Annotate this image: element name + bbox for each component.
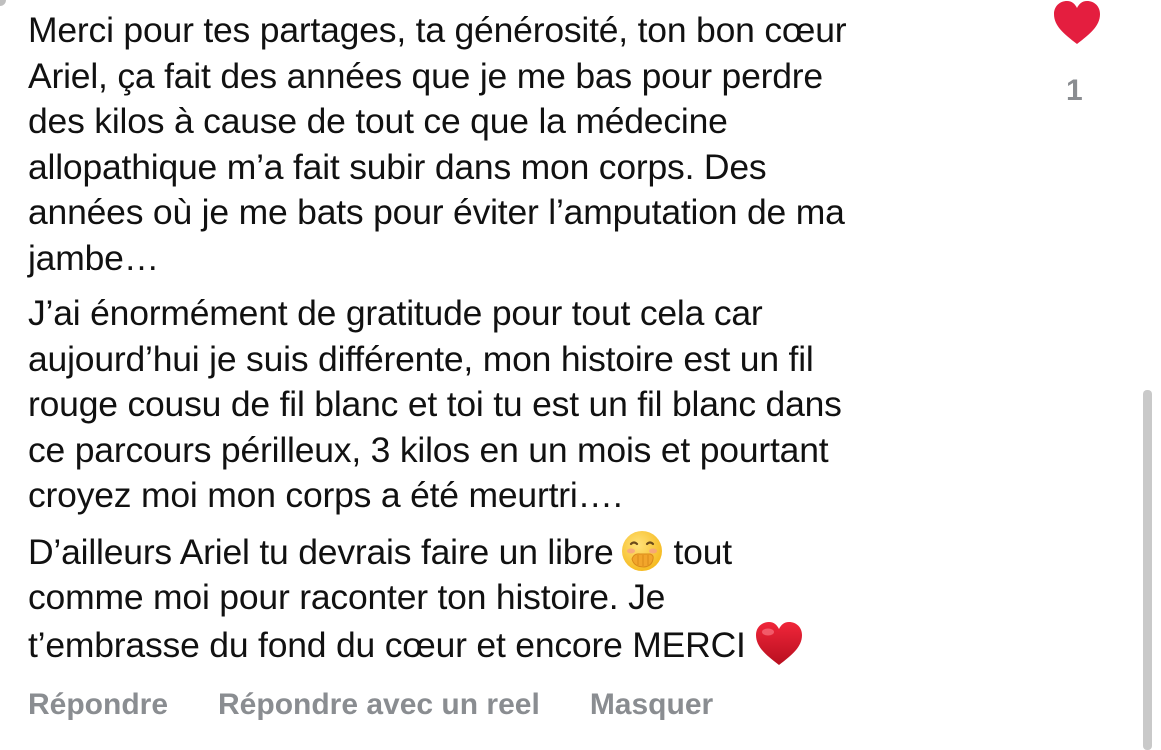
comment-line: jambe…	[28, 237, 159, 278]
comment-line: rouge cousu de fil blanc et toi tu est u…	[28, 384, 842, 424]
comment-line: Ariel, ça fait des années que je me bas …	[28, 55, 823, 96]
comment-actions: Répondre Répondre avec un reel Masquer	[28, 688, 713, 728]
like-heart-button[interactable]	[1052, 0, 1102, 46]
heart-icon	[1054, 1, 1100, 44]
hand-over-mouth-emoji-icon	[620, 529, 664, 573]
comment-line: J’ai énormément de gratitude pour tout c…	[28, 293, 763, 333]
comment-line: allopathique m’a fait subir dans mon cor…	[28, 146, 767, 187]
reply-with-reel-button[interactable]: Répondre avec un reel	[218, 688, 540, 728]
comment-line: Merci pour tes partages, ta générosité, …	[28, 10, 847, 50]
comment-text: D’ailleurs Ariel tu devrais faire un lib…	[28, 531, 614, 572]
comment-text: tout	[673, 531, 733, 572]
comment-line: années où je me bats pour éviter l’amput…	[28, 192, 845, 232]
comment-line: comme moi pour raconter ton histoire. Je	[28, 577, 666, 617]
comment-line: des kilos à cause de tout ce que la méde…	[28, 101, 728, 141]
comment-body: Merci pour tes partages, ta générosité, …	[28, 8, 1018, 678]
comment-paragraph-2: J’ai énormément de gratitude pour tout c…	[28, 291, 1018, 519]
window-corner	[0, 0, 6, 6]
red-heart-emoji-icon	[754, 621, 804, 667]
hide-button[interactable]: Masquer	[590, 688, 713, 728]
like-count: 1	[1066, 74, 1083, 107]
comment-line: aujourd’hui je suis différente, mon hist…	[28, 338, 814, 379]
comment-text: t’embrasse du fond du cœur et encore MER…	[28, 624, 746, 665]
reply-button[interactable]: Répondre	[28, 688, 168, 728]
scrollbar[interactable]	[1143, 390, 1152, 750]
comment-paragraph-3: D’ailleurs Ariel tu devrais faire un lib…	[28, 529, 1018, 669]
comment-paragraph-1: Merci pour tes partages, ta générosité, …	[28, 8, 1018, 281]
comment-line: ce parcours périlleux, 3 kilos en un moi…	[28, 429, 829, 470]
comment-line: D’ailleurs Ariel tu devrais faire un lib…	[28, 529, 1018, 576]
comment-line: croyez moi mon corps a été meurtri….	[28, 475, 623, 515]
comment-line: t’embrasse du fond du cœur et encore MER…	[28, 621, 1018, 669]
